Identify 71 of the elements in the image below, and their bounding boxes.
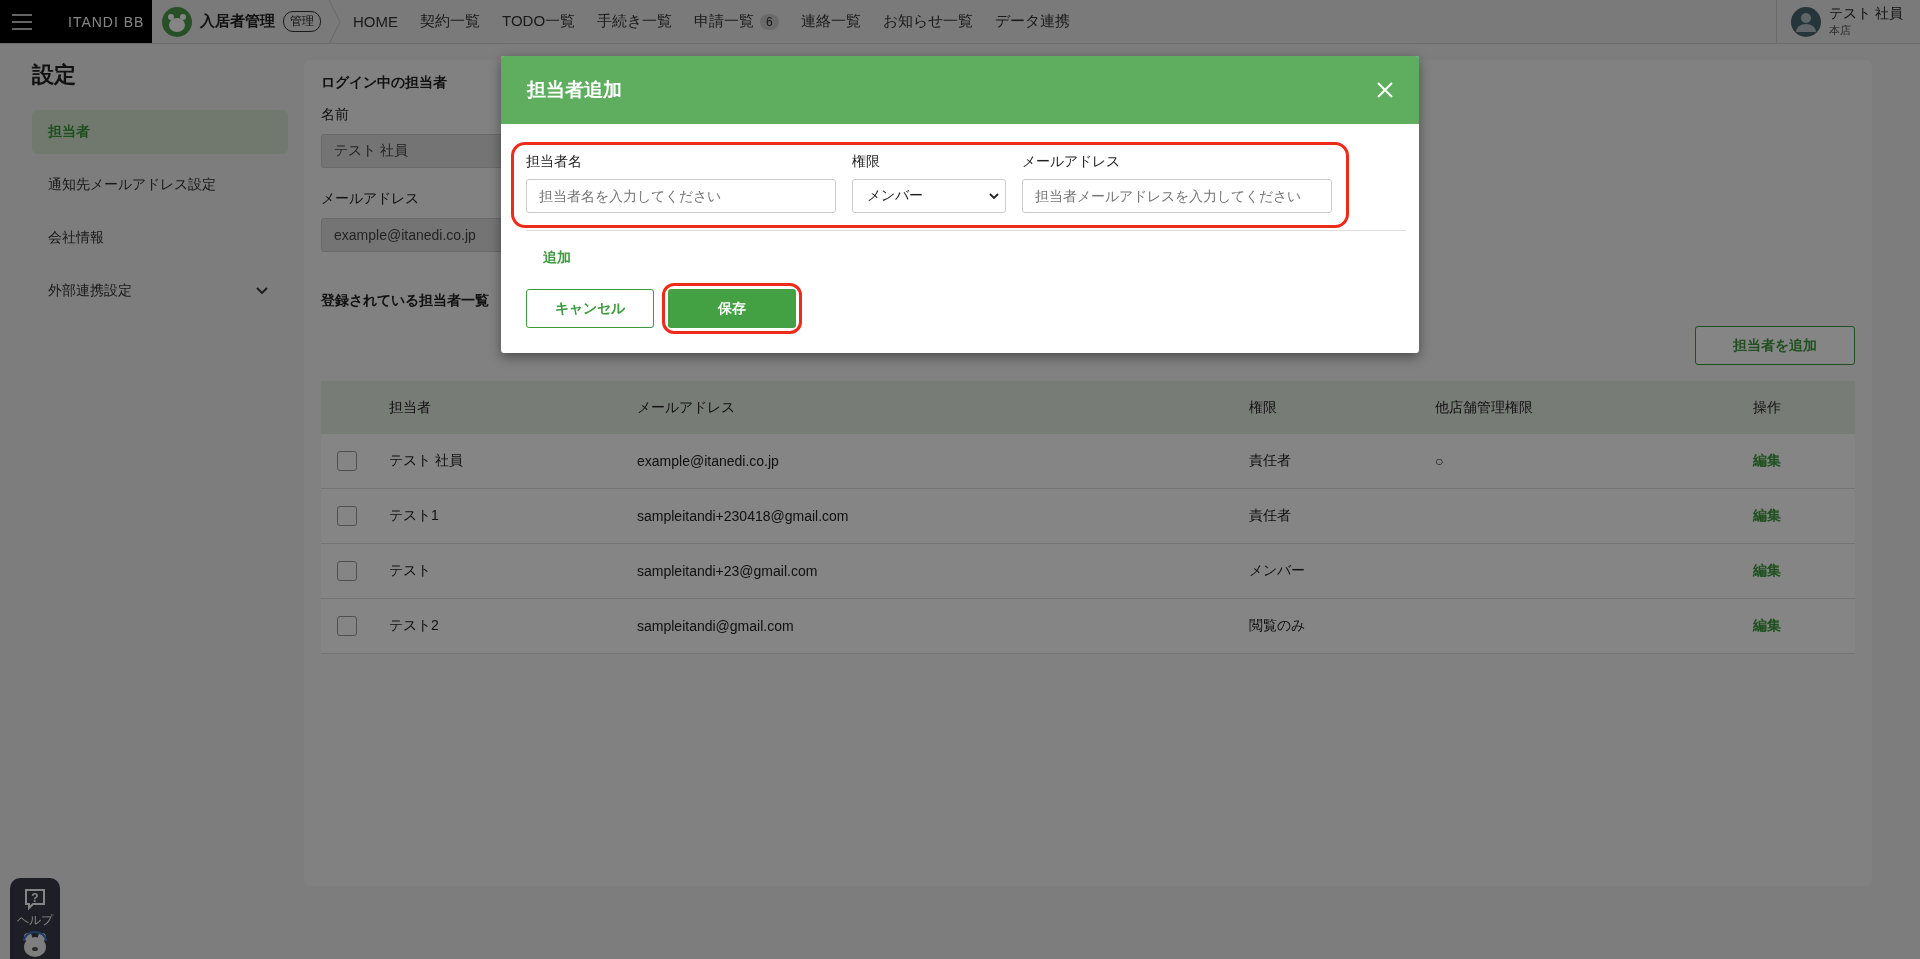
field-label: 名前 [321,106,349,124]
table-cell: ○ [1435,453,1444,469]
count-badge: 6 [760,13,779,30]
section-title: ログイン中の担当者 [321,74,447,92]
nav-link[interactable]: HOME [353,13,398,30]
name-input[interactable]: 担当者名を入力してください [526,179,836,213]
edit-link[interactable]: 編集 [1753,617,1781,633]
checkbox[interactable] [337,451,357,471]
sidebar-item[interactable]: 通知先メールアドレス設定 [32,163,288,207]
store-name: 本店 [1829,23,1852,38]
table-cell-text: テスト2 [388,617,440,635]
sidebar-item[interactable]: 担当者 [32,110,288,154]
sidebar-item[interactable]: 外部連携設定 [32,269,288,313]
close-icon[interactable] [1377,82,1393,98]
table-cell-text: sampleitandi+23@gmail.com [637,563,819,579]
help-label: ヘルプ [17,912,53,929]
field-label: メールアドレス [321,190,419,208]
checkbox[interactable] [337,506,357,526]
role-select[interactable]: メンバー [852,179,1006,213]
email-input[interactable]: 担当者メールアドレスを入力してください [1022,179,1332,213]
field-label: 権限 [852,153,881,171]
sidebar-item[interactable]: 会社情報 [32,216,288,260]
column-header: メールアドレス [637,398,736,417]
user-name: テスト 社員 [1829,5,1903,23]
checkbox[interactable] [337,616,357,636]
help-widget[interactable]: ? ヘルプ [10,878,60,959]
table-cell-text: example@itanedi.co.jp [637,453,780,469]
product-name: 入居者管理 [200,12,275,31]
table-cell-text: sampleitandi@gmail.com [637,618,795,634]
column-header: 権限 [1249,398,1278,417]
modal-title: 担当者追加 [527,78,622,102]
edit-link[interactable]: 編集 [1753,562,1781,578]
chevron-down-icon [256,287,268,295]
column-header: 担当者 [388,398,432,417]
section-title: 登録されている担当者一覧 [321,292,489,310]
table-cell-text: sampleitandi+230418@gmail.com [637,508,850,524]
nav-link[interactable]: 申請一覧 6 [694,12,779,31]
nav-link[interactable]: 連絡一覧 [800,12,861,31]
table-cell-text: テスト 社員 [388,452,464,470]
checkbox[interactable] [337,561,357,581]
cancel-button[interactable]: キャンセル [526,289,654,328]
user-avatar-icon [1791,6,1821,37]
table-cell-text: 責任者 [1249,452,1292,470]
user-menu[interactable]: テスト 社員 本店 [1776,0,1920,43]
field-label: メールアドレス [1022,153,1121,171]
table-cell-text: 閲覧のみ [1249,617,1306,635]
table-cell-text: テスト [388,562,432,580]
save-button[interactable]: 保存 [668,289,796,328]
help-icon: ? [24,888,46,910]
edit-link[interactable]: 編集 [1753,452,1781,468]
add-row-link[interactable]: 追加 [543,249,1395,267]
table-cell-text: メンバー [1249,562,1306,580]
table-cell-text: 責任者 [1249,507,1292,525]
nav-link[interactable]: お知らせ一覧 [882,12,973,31]
column-header: 他店舗管理権限 [1435,398,1534,417]
edit-link[interactable]: 編集 [1753,507,1781,523]
menu-icon[interactable] [12,13,32,30]
bear-avatar-icon [162,6,192,37]
table-cell-text: テスト1 [388,507,440,525]
nav-link[interactable]: 手続き一覧 [597,12,673,31]
field-label: 担当者名 [526,153,583,171]
nav-link[interactable]: データ連携 [994,12,1070,31]
brand-name: ITANDI BB [68,13,145,30]
role-badge: 管理 [283,11,321,32]
chevron-down-icon [989,192,999,200]
column-header: 操作 [1753,398,1782,417]
mascot-icon [20,931,50,957]
page-title: 設定 [32,61,77,89]
add-staff-button[interactable]: 担当者を追加 [1695,326,1855,365]
nav-link[interactable]: 契約一覧 [420,12,480,31]
nav-link[interactable]: TODO一覧 [502,12,576,31]
